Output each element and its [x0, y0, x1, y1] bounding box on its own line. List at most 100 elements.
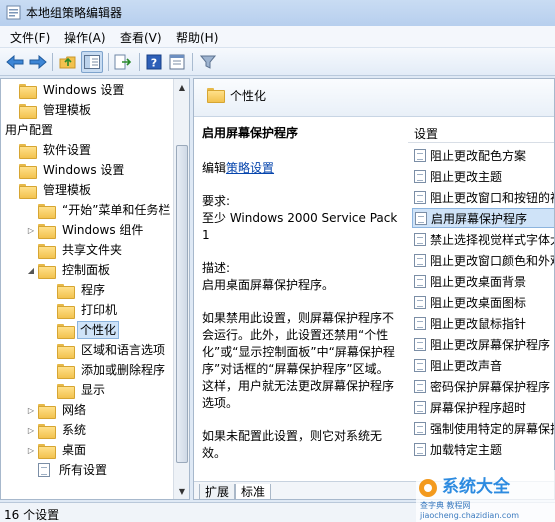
requirements-label: 要求: [202, 194, 231, 208]
tree-item[interactable]: 个性化 [45, 320, 120, 340]
tree-item-label: “开始”菜单和任务栏 [62, 203, 171, 217]
setting-label: 阻止更改桌面背景 [430, 274, 527, 289]
setting-row[interactable]: 阻止更改桌面背景 [412, 271, 554, 291]
expand-arrow-icon[interactable]: ▷ [26, 445, 36, 455]
forward-icon[interactable] [27, 51, 49, 73]
tree-item-label: 所有设置 [59, 463, 108, 477]
policy-setting-icon [414, 274, 426, 288]
tree-item-label: 管理模板 [43, 183, 92, 197]
tree-item[interactable]: 添加或删除程序 [45, 360, 169, 380]
tree-item[interactable]: 软件设置 [7, 140, 95, 160]
tree-item[interactable]: 区域和语言选项 [45, 340, 169, 360]
setting-row[interactable]: 阻止更改声音 [412, 355, 554, 375]
tree-item[interactable]: Windows 设置 [7, 80, 128, 100]
tree-item[interactable]: ▷ Windows 组件 [26, 220, 147, 240]
details-header-title: 个性化 [230, 89, 267, 103]
tree-item-label: 系统 [62, 423, 87, 437]
site-watermark-logo: 系统大全 查字典 教程网 jiaocheng.chazidian.com [416, 470, 555, 522]
setting-row[interactable]: 阻止更改桌面图标 [412, 292, 554, 312]
setting-row[interactable]: 阻止更改主题 [412, 166, 554, 186]
setting-row[interactable]: 阻止更改鼠标指针 [412, 313, 554, 333]
settings-document-icon [38, 463, 50, 477]
show-hide-tree-icon[interactable] [81, 51, 103, 73]
setting-label: 屏幕保护程序超时 [430, 400, 527, 415]
tree-item[interactable]: ◢ 控制面板 [26, 260, 114, 280]
setting-row[interactable]: 阻止更改窗口颜色和外观 [412, 250, 554, 270]
setting-label: 阻止更改屏幕保护程序 [430, 337, 551, 352]
policy-title: 启用屏幕保护程序 [202, 126, 299, 140]
tree-item[interactable]: 管理模板 [7, 100, 95, 120]
folder-icon [57, 283, 75, 299]
description-label: 描述: [202, 261, 231, 275]
tree-item[interactable]: ▷ 网络 [26, 400, 90, 420]
expand-arrow-icon [45, 385, 55, 395]
folder-icon [57, 383, 75, 399]
menu-action[interactable]: 操作(A) [64, 29, 106, 46]
tree-item-label: 软件设置 [43, 143, 92, 157]
tree-item-label: 管理模板 [43, 103, 92, 117]
export-list-icon[interactable] [112, 51, 134, 73]
list-column-header[interactable]: 设置 [408, 117, 554, 143]
tree-item[interactable]: 程序 [45, 280, 109, 300]
menu-view[interactable]: 查看(V) [120, 29, 162, 46]
setting-label: 阻止更改配色方案 [430, 148, 527, 163]
tree-item-label: 程序 [81, 283, 106, 297]
tab-extended[interactable]: 扩展 [199, 484, 236, 499]
setting-label: 禁止选择视觉样式字体大小 [430, 232, 554, 247]
setting-row[interactable]: 阻止更改屏幕保护程序 [412, 334, 554, 354]
setting-row[interactable]: 禁止选择视觉样式字体大小 [412, 229, 554, 249]
tree-scrollbar[interactable]: ▲ ▼ [173, 79, 189, 499]
expand-arrow-icon[interactable]: ▷ [26, 225, 36, 235]
tree-item[interactable]: ▷ 系统 [26, 420, 90, 440]
expand-arrow-icon [7, 105, 17, 115]
expand-arrow-icon[interactable]: ▷ [26, 425, 36, 435]
scroll-down-icon[interactable]: ▼ [174, 483, 189, 499]
setting-row[interactable]: 阻止更改配色方案 [412, 145, 554, 165]
policy-setting-icon [414, 232, 426, 246]
scroll-up-icon[interactable]: ▲ [174, 79, 189, 95]
tree-item[interactable]: 显示 [45, 380, 109, 400]
setting-row[interactable]: 屏幕保护程序超时 [412, 397, 554, 417]
expand-arrow-icon[interactable]: ▷ [26, 405, 36, 415]
tree-item[interactable]: 共享文件夹 [26, 240, 126, 260]
policy-setting-icon [414, 295, 426, 309]
setting-row[interactable]: 阻止更改窗口和按钮的视觉样式 [412, 187, 554, 207]
tree-item[interactable]: 打印机 [45, 300, 121, 320]
expand-arrow-icon [7, 165, 17, 175]
back-icon[interactable] [4, 51, 26, 73]
tree-item[interactable]: ▷ 桌面 [26, 440, 90, 460]
up-folder-icon[interactable] [57, 51, 79, 73]
edit-policy-link[interactable]: 策略设置 [226, 161, 274, 175]
menu-help[interactable]: 帮助(H) [176, 29, 218, 46]
menu-file[interactable]: 文件(F) [10, 29, 50, 46]
tree-pane: ▲ ▼ Windows 设置 管理模板 用户配置 软件设置 Windows 设置 管理模板… [0, 78, 190, 500]
tree-item-label: 桌面 [62, 443, 87, 457]
description-paragraph-1: 如果禁用此设置，则屏幕保护程序不会运行。此外，此设置还禁用“个性化”或“显示控制… [202, 311, 395, 410]
folder-icon [57, 343, 75, 359]
tree-item[interactable]: 管理模板 [7, 180, 95, 200]
tree-item[interactable]: Windows 设置 [7, 160, 128, 180]
tree-item[interactable]: 用户配置 [1, 120, 57, 140]
filter-icon[interactable] [197, 51, 219, 73]
scroll-thumb[interactable] [176, 145, 188, 463]
title-bar: 本地组策略编辑器 [0, 0, 555, 26]
tree-item[interactable]: “开始”菜单和任务栏 [26, 200, 174, 220]
tab-standard[interactable]: 标准 [235, 484, 272, 499]
collapse-arrow-icon[interactable]: ◢ [26, 265, 36, 275]
tree-item-label: 控制面板 [62, 263, 111, 277]
expand-arrow-icon [26, 205, 36, 215]
tree-item-label: 共享文件夹 [62, 243, 123, 257]
column-setting-label: 设置 [414, 127, 439, 141]
tree-item-label: 添加或删除程序 [81, 363, 166, 377]
tree-item[interactable]: 所有设置 [26, 460, 111, 480]
expand-arrow-icon [26, 465, 36, 475]
setting-row[interactable]: 密码保护屏幕保护程序 [412, 376, 554, 396]
properties-icon[interactable] [166, 51, 188, 73]
requirements-value: 至少 Windows 2000 Service Pack 1 [202, 211, 398, 242]
setting-row[interactable]: 加载特定主题 [412, 439, 554, 459]
folder-icon [38, 423, 56, 439]
expand-arrow-icon [45, 305, 55, 315]
setting-row[interactable]: 启用屏幕保护程序 [412, 208, 554, 228]
setting-row[interactable]: 强制使用特定的屏幕保护程序 [412, 418, 554, 438]
help-icon[interactable]: ? [143, 51, 165, 73]
